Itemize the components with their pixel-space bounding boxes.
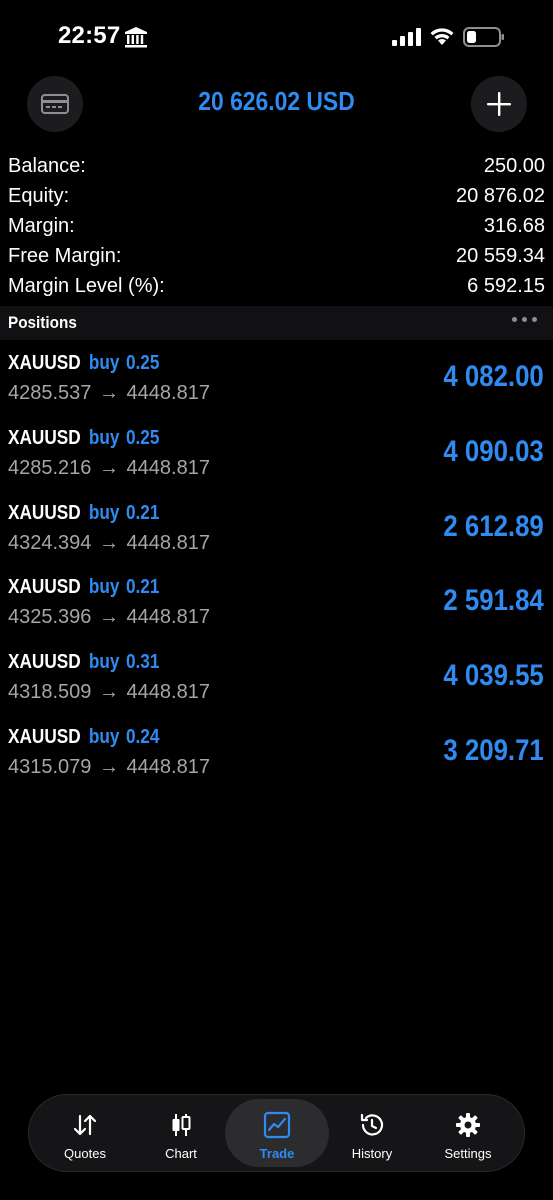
tab-label: Chart (165, 1146, 197, 1161)
arrow-right-icon: → (98, 382, 119, 404)
position-symbol: XAUUSD (8, 576, 81, 599)
position-direction: buy (88, 352, 120, 374)
position-open-price: 4324.394 (8, 531, 92, 554)
gear-icon (456, 1113, 480, 1137)
new-order-button[interactable] (471, 76, 527, 132)
summary-label: Free Margin: (8, 245, 122, 267)
position-symbol: XAUUSD (8, 501, 81, 524)
position-profit: 3 209.71 (443, 733, 544, 767)
candlestick-icon (172, 1114, 191, 1136)
position-open-price: 4285.537 (8, 382, 92, 404)
tab-chart[interactable]: Chart (129, 1099, 233, 1167)
positions-title: Positions (8, 313, 77, 332)
position-direction: buy (88, 501, 120, 524)
status-bar: 22:57 (0, 0, 553, 70)
position-lot: 0.25 (125, 352, 160, 374)
position-row[interactable]: XAUUSD buy 0.24 4315.079 → 4448.817 3 20… (0, 720, 553, 795)
summary-value: 20 876.02 (456, 185, 545, 207)
summary-value: 6 592.15 (467, 275, 545, 297)
position-row[interactable]: XAUUSD buy 0.25 4285.537 → 4448.817 4 08… (0, 346, 553, 421)
status-time: 22:57 (58, 22, 121, 49)
tab-label: Settings (444, 1146, 492, 1161)
tab-label: Quotes (64, 1146, 106, 1161)
wifi-icon (430, 28, 454, 45)
positions-section-header: Positions (0, 306, 553, 340)
summary-row-balance: Balance: 250.00 (8, 151, 545, 181)
tab-label: History (351, 1146, 393, 1161)
summary-label: Balance: (8, 155, 86, 177)
more-options-icon[interactable] (512, 317, 537, 322)
position-symbol: XAUUSD (8, 651, 81, 674)
position-symbol: XAUUSD (8, 725, 81, 748)
position-open-price: 4285.216 (8, 456, 92, 479)
tab-settings[interactable]: Settings (416, 1099, 520, 1167)
summary-row-equity: Equity: 20 876.02 (8, 181, 545, 211)
positions-list: XAUUSD buy 0.25 4285.537 → 4448.817 4 08… (0, 346, 553, 795)
bottom-tab-bar: Quotes Chart Trade History Settings (28, 1094, 525, 1172)
summary-value: 250.00 (483, 155, 545, 177)
tab-trade[interactable]: Trade (225, 1099, 329, 1167)
cellular-signal-icon (392, 28, 421, 46)
position-profit: 4 082.00 (443, 360, 544, 393)
tab-quotes[interactable]: Quotes (33, 1099, 137, 1167)
summary-label: Equity: (8, 185, 70, 207)
position-direction: buy (88, 651, 120, 674)
position-profit: 4 090.03 (443, 434, 544, 468)
header: 20 626.02 USD (0, 76, 553, 134)
summary-value: 20 559.34 (456, 245, 545, 267)
position-current-price: 4448.817 (126, 456, 210, 479)
history-icon (360, 1113, 384, 1136)
tab-label: Trade (259, 1146, 295, 1161)
summary-row-margin: Margin: 316.68 (8, 211, 545, 241)
account-balance-title: 20 626.02 USD (198, 86, 355, 116)
position-lot: 0.31 (125, 651, 160, 674)
arrow-right-icon: → (98, 531, 119, 554)
arrow-right-icon: → (98, 755, 119, 778)
position-open-price: 4315.079 (8, 755, 92, 778)
position-symbol: XAUUSD (8, 352, 81, 374)
position-row[interactable]: XAUUSD buy 0.25 4285.216 → 4448.817 4 09… (0, 421, 553, 496)
arrow-right-icon: → (98, 606, 119, 629)
position-open-price: 4325.396 (8, 606, 92, 629)
account-summary: Balance: 250.00 Equity: 20 876.02 Margin… (8, 151, 545, 301)
position-direction: buy (88, 725, 120, 748)
summary-label: Margin: (8, 215, 75, 237)
quotes-arrows-icon (73, 1114, 97, 1136)
position-current-price: 4448.817 (126, 382, 210, 404)
position-profit: 2 612.89 (443, 509, 544, 543)
position-profit: 4 039.55 (443, 659, 544, 693)
position-current-price: 4448.817 (126, 531, 210, 554)
bank-icon (125, 27, 147, 48)
position-current-price: 4448.817 (126, 755, 210, 778)
position-symbol: XAUUSD (8, 426, 81, 449)
arrow-right-icon: → (98, 456, 119, 479)
summary-row-free-margin: Free Margin: 20 559.34 (8, 241, 545, 271)
position-current-price: 4448.817 (126, 681, 210, 704)
tab-history[interactable]: History (320, 1099, 424, 1167)
position-lot: 0.21 (125, 576, 160, 599)
summary-value: 316.68 (483, 215, 545, 237)
position-direction: buy (88, 426, 120, 449)
position-lot: 0.24 (125, 725, 160, 748)
position-row[interactable]: XAUUSD buy 0.21 4324.394 → 4448.817 2 61… (0, 496, 553, 571)
position-lot: 0.21 (125, 501, 160, 524)
trade-chart-icon (263, 1111, 291, 1139)
position-current-price: 4448.817 (126, 606, 210, 629)
position-open-price: 4318.509 (8, 681, 92, 704)
plus-icon (487, 92, 511, 116)
position-direction: buy (88, 576, 120, 599)
position-profit: 2 591.84 (443, 584, 544, 618)
position-row[interactable]: XAUUSD buy 0.21 4325.396 → 4448.817 2 59… (0, 570, 553, 645)
position-row[interactable]: XAUUSD buy 0.31 4318.509 → 4448.817 4 03… (0, 645, 553, 720)
summary-row-margin-level: Margin Level (%): 6 592.15 (8, 271, 545, 301)
arrow-right-icon: → (98, 681, 119, 704)
summary-label: Margin Level (%): (8, 275, 165, 297)
battery-icon (463, 27, 504, 47)
position-lot: 0.25 (125, 426, 160, 449)
